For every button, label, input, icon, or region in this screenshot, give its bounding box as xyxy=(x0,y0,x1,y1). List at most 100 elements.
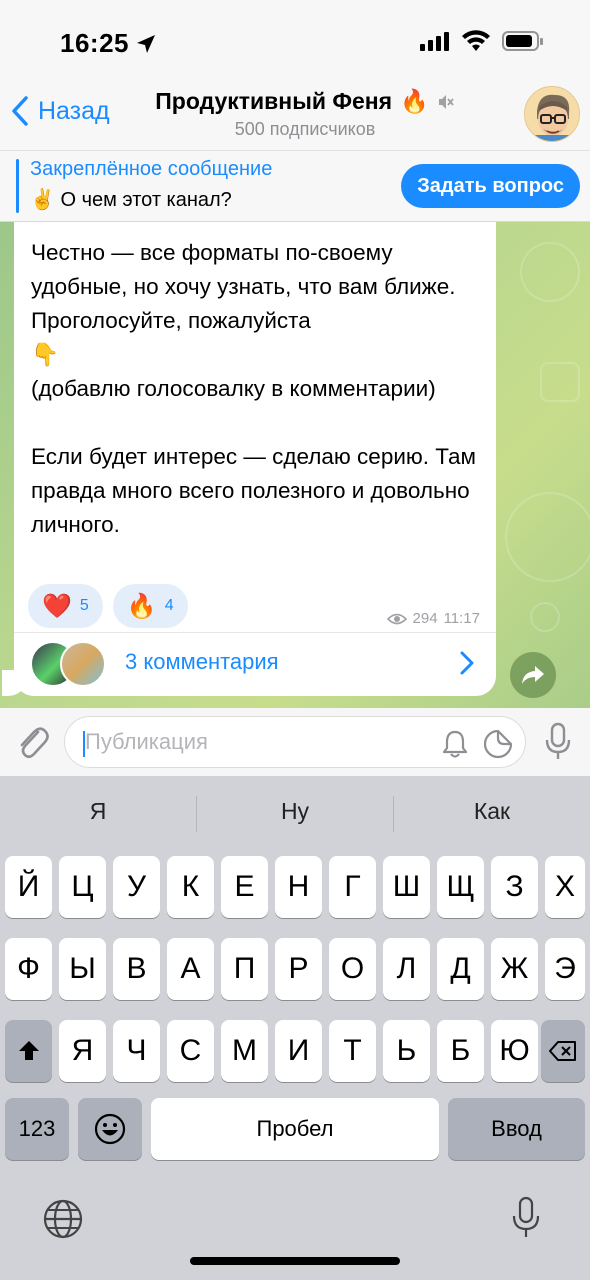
wifi-icon xyxy=(462,30,490,51)
commenter-avatar xyxy=(60,641,106,687)
numbers-key[interactable]: 123 xyxy=(5,1098,69,1160)
message-input[interactable] xyxy=(85,717,425,767)
key[interactable]: Ж xyxy=(491,938,538,1000)
key[interactable]: Х xyxy=(545,856,585,918)
key[interactable]: Б xyxy=(437,1020,484,1082)
shift-key[interactable] xyxy=(5,1020,52,1082)
bell-icon[interactable] xyxy=(441,729,469,759)
key[interactable]: Ш xyxy=(383,856,430,918)
key[interactable]: Д xyxy=(437,938,484,1000)
reactions: ❤️ 5 🔥 4 xyxy=(28,584,188,628)
channel-info[interactable]: Продуктивный Феня 🔥 500 подписчиков xyxy=(140,88,470,140)
channel-name: Продуктивный Феня xyxy=(155,88,393,114)
pinned-text-label: О чем этот канал? xyxy=(60,189,232,211)
post-meta: 294 11:17 xyxy=(386,610,480,627)
reaction-heart[interactable]: ❤️ 5 xyxy=(28,584,103,628)
key[interactable]: Н xyxy=(275,856,322,918)
emoji-key[interactable] xyxy=(78,1098,142,1160)
back-button[interactable]: Назад xyxy=(12,96,110,126)
key[interactable]: Я xyxy=(59,1020,106,1082)
key[interactable]: Ц xyxy=(59,856,106,918)
key[interactable]: Й xyxy=(5,856,52,918)
chat-header: Назад Продуктивный Феня 🔥 500 подписчико… xyxy=(0,78,590,150)
globe-icon[interactable] xyxy=(42,1198,84,1240)
dictation-microphone-icon[interactable] xyxy=(510,1196,542,1240)
key[interactable]: Ь xyxy=(383,1020,430,1082)
key[interactable]: И xyxy=(275,1020,322,1082)
reaction-count: 4 xyxy=(164,597,174,614)
channel-title: Продуктивный Феня 🔥 xyxy=(155,88,455,115)
space-key[interactable]: Пробел xyxy=(151,1098,439,1160)
channel-post[interactable]: Честно — все форматы по-своему удобные, … xyxy=(14,222,496,696)
shift-arrow-icon xyxy=(18,1041,39,1060)
microphone-icon[interactable] xyxy=(544,722,572,762)
suggestion-1[interactable]: Я xyxy=(0,798,196,825)
status-time: 16:25 xyxy=(60,28,157,59)
post-paragraph-1: Честно — все форматы по-своему удобные, … xyxy=(31,240,462,333)
sticker-icon[interactable] xyxy=(483,729,513,759)
post-text: Честно — все форматы по-своему удобные, … xyxy=(31,236,481,542)
chat-area[interactable]: Честно — все форматы по-своему удобные, … xyxy=(0,222,590,708)
key[interactable]: Л xyxy=(383,938,430,1000)
key[interactable]: У xyxy=(113,856,160,918)
pinned-emoji: ✌️ xyxy=(30,189,55,211)
background-doodle xyxy=(520,242,580,302)
eye-icon xyxy=(386,613,407,624)
subscriber-count: 500 подписчиков xyxy=(234,119,376,139)
ask-question-button[interactable]: Задать вопрос xyxy=(401,164,580,208)
key[interactable]: О xyxy=(329,938,376,1000)
key[interactable]: Т xyxy=(329,1020,376,1082)
title-emoji: 🔥 xyxy=(400,88,429,114)
message-composer xyxy=(0,708,590,776)
key[interactable]: К xyxy=(167,856,214,918)
key[interactable]: В xyxy=(113,938,160,1000)
view-count: 294 xyxy=(412,610,438,627)
key[interactable]: Ы xyxy=(59,938,106,1000)
backspace-key[interactable] xyxy=(541,1020,585,1082)
reaction-count: 5 xyxy=(79,597,89,614)
share-arrow-icon xyxy=(522,666,544,684)
key[interactable]: З xyxy=(491,856,538,918)
reaction-fire[interactable]: 🔥 4 xyxy=(112,584,188,628)
key[interactable]: П xyxy=(221,938,268,1000)
delete-backspace-icon xyxy=(549,1041,576,1061)
key[interactable]: Е xyxy=(221,856,268,918)
comments-row[interactable]: 3 комментария xyxy=(14,632,496,696)
key[interactable]: Ч xyxy=(113,1020,160,1082)
key[interactable]: А xyxy=(167,938,214,1000)
share-button[interactable] xyxy=(510,652,556,698)
cartoon-face-avatar-icon xyxy=(525,87,579,141)
key[interactable]: С xyxy=(167,1020,214,1082)
post-paragraph-2: (добавлю голосовалку в комментарии) xyxy=(31,376,436,401)
cellular-signal-icon xyxy=(420,32,449,51)
message-input-field[interactable] xyxy=(64,716,526,768)
status-indicators xyxy=(420,30,544,52)
pinned-message-bar[interactable]: Закреплённое сообщение ✌️ О чем этот кан… xyxy=(0,150,590,222)
home-indicator[interactable] xyxy=(190,1257,400,1265)
keyboard: Я Ну Как Й Ц У К Е Н Г Ш Щ З Х Ф Ы В А П… xyxy=(0,776,590,1280)
key[interactable]: Ю xyxy=(491,1020,538,1082)
chevron-left-icon xyxy=(12,96,28,126)
key[interactable]: М xyxy=(221,1020,268,1082)
background-doodle xyxy=(540,362,580,402)
return-key[interactable]: Ввод xyxy=(448,1098,585,1160)
muted-speaker-icon xyxy=(438,94,454,109)
chevron-right-icon xyxy=(460,651,474,675)
paperclip-icon[interactable] xyxy=(14,722,50,762)
back-label: Назад xyxy=(38,96,110,125)
key[interactable]: Г xyxy=(329,856,376,918)
channel-avatar[interactable] xyxy=(524,86,580,142)
status-bar: 16:25 xyxy=(0,0,590,90)
comments-label: 3 комментария xyxy=(125,649,279,674)
background-doodle xyxy=(505,492,590,582)
battery-icon xyxy=(502,31,543,51)
fire-emoji: 🔥 xyxy=(126,592,157,620)
key[interactable]: Э xyxy=(545,938,585,1000)
key[interactable]: Ф xyxy=(5,938,52,1000)
emoji-smiley-icon xyxy=(94,1113,126,1145)
suggestion-3[interactable]: Как xyxy=(394,798,590,825)
post-paragraph-3: Если будет интерес — сделаю серию. Там п… xyxy=(31,444,483,537)
key[interactable]: Р xyxy=(275,938,322,1000)
suggestion-2[interactable]: Ну xyxy=(197,798,393,825)
key[interactable]: Щ xyxy=(437,856,484,918)
